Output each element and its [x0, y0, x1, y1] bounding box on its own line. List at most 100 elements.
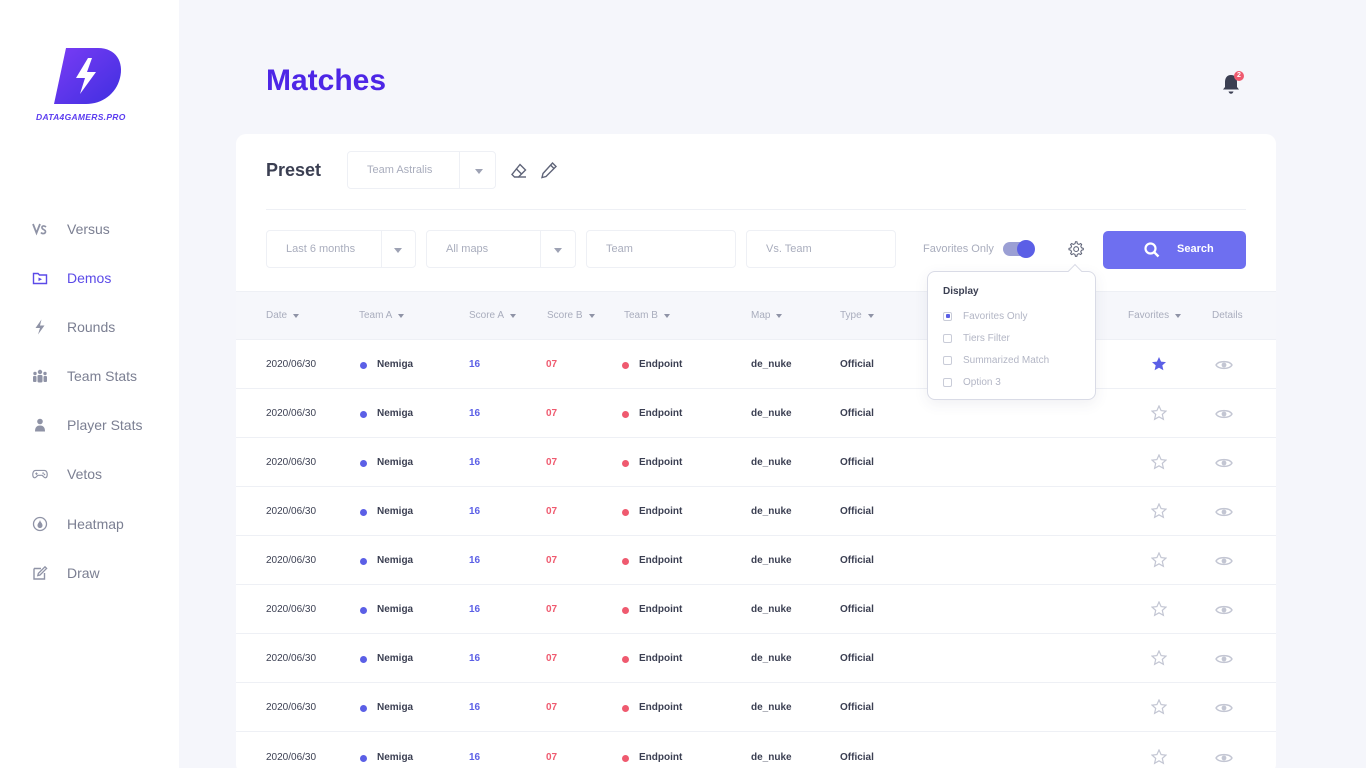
- checkbox[interactable]: [943, 355, 952, 365]
- table-row[interactable]: 2020/06/30 Nemiga 16 07 Endpoint de_nuke…: [236, 487, 1276, 536]
- team-b-dot: [622, 607, 629, 614]
- sidebar-item-vetos[interactable]: Vetos: [0, 457, 179, 491]
- star-outline-icon[interactable]: [1151, 699, 1167, 715]
- option-tiers-filter[interactable]: Tiers Filter: [943, 332, 1010, 344]
- option-3[interactable]: Option 3: [943, 376, 1001, 388]
- checkbox[interactable]: [943, 377, 952, 387]
- checkbox[interactable]: [943, 333, 952, 343]
- sidebar-item-versus[interactable]: Versus: [0, 212, 179, 246]
- team-a-dot: [360, 656, 367, 663]
- period-select[interactable]: Last 6 months: [266, 230, 416, 268]
- cell-map: de_nuke: [751, 702, 792, 713]
- cell-type: Official: [840, 555, 874, 566]
- sidebar-item-player-stats[interactable]: Player Stats: [0, 408, 179, 442]
- sidebar-item-label: Versus: [67, 221, 110, 237]
- table-row[interactable]: 2020/06/30 Nemiga 16 07 Endpoint de_nuke…: [236, 733, 1276, 768]
- cell-score-a: 16: [469, 555, 481, 566]
- team-input[interactable]: Team: [586, 230, 736, 268]
- table-row[interactable]: 2020/06/30 Nemiga 16 07 Endpoint de_nuke…: [236, 585, 1276, 634]
- table-row[interactable]: 2020/06/30 Nemiga 16 07 Endpoint de_nuke…: [236, 389, 1276, 438]
- cell-date: 2020/06/30: [266, 359, 317, 370]
- column-header-score-a[interactable]: Score A: [469, 310, 517, 321]
- star-outline-icon[interactable]: [1151, 454, 1167, 470]
- star-filled-icon[interactable]: [1151, 356, 1167, 372]
- eye-icon[interactable]: [1215, 701, 1233, 715]
- cell-team-b: Endpoint: [639, 359, 683, 370]
- sidebar-item-label: Vetos: [67, 466, 103, 482]
- team-a-dot: [360, 460, 367, 467]
- vs-team-input[interactable]: Vs. Team: [746, 230, 896, 268]
- cell-score-a: 16: [469, 702, 481, 713]
- sidebar-item-label: Team Stats: [67, 368, 138, 384]
- table-row[interactable]: 2020/06/30 Nemiga 16 07 Endpoint de_nuke…: [236, 438, 1276, 487]
- pencil-icon[interactable]: [540, 161, 558, 179]
- eye-icon[interactable]: [1215, 358, 1233, 372]
- cell-team-a: Nemiga: [377, 752, 414, 763]
- column-header-type[interactable]: Type: [840, 310, 874, 321]
- eye-icon[interactable]: [1215, 456, 1233, 470]
- gear-icon[interactable]: [1067, 240, 1084, 257]
- eye-icon[interactable]: [1215, 407, 1233, 421]
- table-row[interactable]: 2020/06/30 Nemiga 16 07 Endpoint de_nuke…: [236, 340, 1276, 389]
- favorites-only-toggle[interactable]: [1003, 240, 1035, 258]
- preset-select-value: Team Astralis: [367, 164, 433, 176]
- cell-type: Official: [840, 702, 874, 713]
- sidebar-item-team-stats[interactable]: Team Stats: [0, 359, 179, 393]
- column-header-score-b[interactable]: Score B: [547, 310, 595, 321]
- option-favorites-only[interactable]: Favorites Only: [943, 310, 1027, 322]
- star-outline-icon[interactable]: [1151, 552, 1167, 568]
- sidebar-item-draw[interactable]: Draw: [0, 556, 179, 590]
- option-label: Summarized Match: [963, 354, 1050, 366]
- maps-select-value: All maps: [446, 243, 489, 255]
- team-b-dot: [622, 705, 629, 712]
- search-button[interactable]: Search: [1103, 231, 1246, 269]
- sidebar-item-rounds[interactable]: Rounds: [0, 310, 179, 344]
- cell-date: 2020/06/30: [266, 604, 317, 615]
- cell-map: de_nuke: [751, 752, 792, 763]
- cell-team-b: Endpoint: [639, 604, 683, 615]
- column-header-favorites[interactable]: Favorites: [1128, 310, 1182, 321]
- preset-select[interactable]: Team Astralis: [347, 151, 496, 189]
- eye-icon[interactable]: [1215, 603, 1233, 617]
- toggle-knob: [1017, 240, 1035, 258]
- star-outline-icon[interactable]: [1151, 650, 1167, 666]
- sidebar: DATA4GAMERS.PRO Versus Demos Rounds Team…: [0, 0, 179, 768]
- eye-icon[interactable]: [1215, 554, 1233, 568]
- team-a-dot: [360, 607, 367, 614]
- cell-map: de_nuke: [751, 653, 792, 664]
- star-outline-icon[interactable]: [1151, 405, 1167, 421]
- column-header-date[interactable]: Date: [266, 310, 300, 321]
- column-header-team-b[interactable]: Team B: [624, 310, 670, 321]
- period-select-value: Last 6 months: [286, 243, 356, 255]
- sidebar-item-heatmap[interactable]: Heatmap: [0, 507, 179, 541]
- option-label: Tiers Filter: [963, 332, 1010, 344]
- table-row[interactable]: 2020/06/30 Nemiga 16 07 Endpoint de_nuke…: [236, 683, 1276, 732]
- eye-icon[interactable]: [1215, 505, 1233, 519]
- column-header-team-a[interactable]: Team A: [359, 310, 405, 321]
- table-row[interactable]: 2020/06/30 Nemiga 16 07 Endpoint de_nuke…: [236, 634, 1276, 683]
- star-outline-icon[interactable]: [1151, 749, 1167, 765]
- cell-team-a: Nemiga: [377, 359, 414, 370]
- cell-team-a: Nemiga: [377, 702, 414, 713]
- maps-select[interactable]: All maps: [426, 230, 576, 268]
- checkbox[interactable]: [943, 311, 952, 321]
- eraser-icon[interactable]: [510, 162, 528, 180]
- sidebar-item-label: Draw: [67, 565, 100, 581]
- cell-score-a: 16: [469, 604, 481, 615]
- eye-icon[interactable]: [1215, 652, 1233, 666]
- star-outline-icon[interactable]: [1151, 601, 1167, 617]
- option-summarized-match[interactable]: Summarized Match: [943, 354, 1049, 366]
- team-a-dot: [360, 705, 367, 712]
- eye-icon[interactable]: [1215, 751, 1233, 765]
- cell-date: 2020/06/30: [266, 653, 317, 664]
- logo[interactable]: DATA4GAMERS.PRO: [36, 46, 146, 126]
- column-header-map[interactable]: Map: [751, 310, 783, 321]
- star-outline-icon[interactable]: [1151, 503, 1167, 519]
- cell-score-b: 07: [546, 752, 558, 763]
- sort-caret-icon: [663, 313, 670, 318]
- cell-team-b: Endpoint: [639, 555, 683, 566]
- sidebar-item-demos[interactable]: Demos: [0, 261, 179, 295]
- vs-team-input-placeholder: Vs. Team: [766, 243, 812, 255]
- table-row[interactable]: 2020/06/30 Nemiga 16 07 Endpoint de_nuke…: [236, 536, 1276, 585]
- column-header-details: Details: [1212, 310, 1243, 321]
